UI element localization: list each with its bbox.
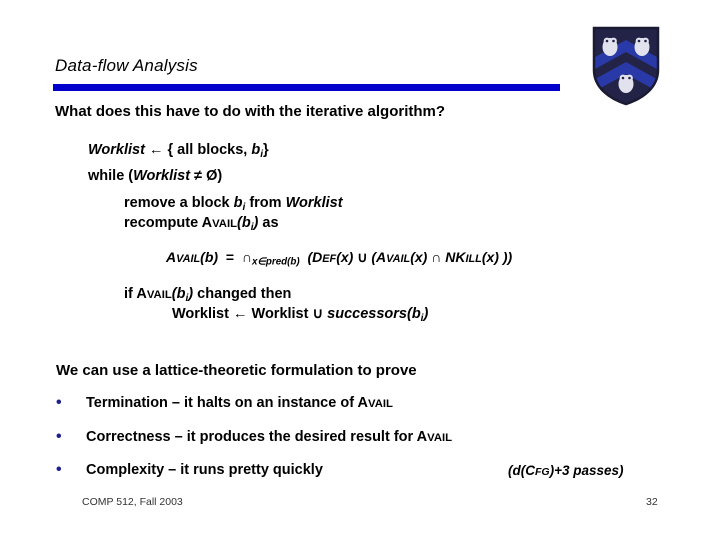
avail-initial: A [357, 395, 368, 411]
equation-lhs-arg: (b) [200, 249, 219, 265]
avail-initial: A [416, 429, 428, 445]
worklist-identifier: Worklist [88, 142, 145, 158]
union-icon: ∪ [312, 306, 324, 322]
def-smallcaps: EF [322, 253, 337, 265]
algorithm-avail-equation: AVAIL(b) = ∩x∈pred(b) (DEF(x) ∪ (AVAIL(x… [166, 249, 512, 268]
algorithm-line-worklist-init: Worklist ← { all blocks, bi} [88, 142, 269, 161]
bullet-text: Correctness – it produces the desired re… [86, 429, 417, 445]
avail-smallcaps: VAIL [212, 218, 238, 230]
algorithm-line-if-changed: if AVAIL(bi) changed then [124, 286, 291, 305]
if-text-b: changed then [193, 286, 292, 302]
worklist-init-close: } [263, 142, 269, 158]
bullet-dot-icon: • [56, 428, 62, 445]
cfg-smallcaps: FG [535, 466, 550, 478]
successors-function: successors [327, 306, 407, 322]
equals-sign: = [225, 249, 235, 265]
avail-smallcaps: VAIL [427, 432, 453, 444]
avail-initial: A [376, 249, 387, 265]
cfg-initial: C [525, 463, 535, 478]
nkill-smallcaps: ILL [465, 253, 482, 265]
bullet-dot-icon: • [56, 461, 62, 478]
worklist-identifier: Worklist [285, 195, 343, 211]
title-underline-rule [53, 84, 560, 91]
block-var: b [411, 306, 421, 322]
algorithm-line-remove-block: remove a block bi from Worklist [124, 195, 343, 214]
nkill-arg: (x) [481, 249, 499, 265]
complexity-annotation: (d(CFG)+3 passes) [508, 463, 624, 478]
algorithm-line-while: while (Worklist ≠ Ø) [88, 168, 222, 185]
successors-close-paren: ) [423, 306, 429, 322]
algorithm-line-recompute: recompute AVAIL(bi) as [124, 215, 279, 234]
assign-arrow-icon: ← [232, 306, 248, 322]
not-equal-icon: ≠ [194, 168, 203, 184]
avail-initial: A [166, 249, 177, 265]
block-var: b [241, 215, 251, 231]
question-line: What does this have to do with the itera… [55, 103, 446, 120]
assign-arrow-icon: ← [148, 142, 164, 158]
avail-smallcaps: VAIL [368, 398, 393, 410]
footer-course-label: COMP 512, Fall 2003 [82, 496, 183, 508]
worklist-identifier: Worklist [133, 168, 191, 184]
list-item: • Complexity – it runs pretty quickly [56, 461, 323, 479]
empty-set-icon: Ø [206, 168, 218, 184]
list-item: • Termination – it halts on an instance o… [56, 394, 393, 412]
intersection-icon: ∩ [241, 249, 252, 265]
if-keyword: if [124, 286, 137, 302]
worklist-identifier: Worklist [172, 306, 229, 322]
footer-page-number: 32 [646, 496, 658, 508]
rice-university-shield-icon [592, 26, 660, 106]
avail-smallcaps: VAIL [176, 253, 201, 265]
equation-close-parens: )) [502, 249, 513, 265]
remove-text-a: remove a block [124, 195, 234, 211]
complexity-rest: )+3 passes) [549, 463, 624, 478]
while-keyword: while ( [88, 168, 134, 184]
avail-smallcaps: VAIL [386, 253, 411, 265]
meet-subscript: x∈pred(b) [251, 256, 300, 268]
worklist-init-set: { all blocks, [167, 142, 252, 158]
avail-initial: A [136, 286, 147, 302]
recompute-text-b: as [258, 215, 279, 231]
worklist-identifier: Worklist [251, 306, 309, 322]
bullet-text: Complexity – it runs pretty quickly [86, 462, 323, 478]
bullet-text: Termination – it halts on an instance of [86, 395, 358, 411]
intersection-icon: ∩ [431, 249, 442, 265]
while-close-paren: ) [217, 168, 223, 184]
slide-canvas: Data-flow Analysis What does this have t… [0, 0, 720, 540]
block-var: b [251, 142, 261, 158]
bullet-dot-icon: • [56, 394, 62, 411]
avail-initial: A [201, 215, 213, 231]
page-title: Data-flow Analysis [55, 56, 198, 75]
avail-arg: (x) [410, 249, 428, 265]
list-item: • Correctness – it produces the desired r… [56, 428, 453, 446]
avail-smallcaps: VAIL [146, 289, 172, 301]
union-icon: ∪ [357, 249, 368, 265]
remove-text-b: from [245, 195, 286, 211]
def-arg: (x) [336, 249, 354, 265]
lattice-intro-line: We can use a lattice-theoretic formulati… [56, 362, 417, 379]
algorithm-line-add-successors: Worklist ← Worklist ∪ successors(bi) [172, 306, 428, 325]
complexity-open: (d( [508, 463, 526, 478]
recompute-text-a: recompute [124, 215, 202, 231]
def-initial: D [312, 249, 323, 265]
nkill-initial: NK [445, 249, 466, 265]
